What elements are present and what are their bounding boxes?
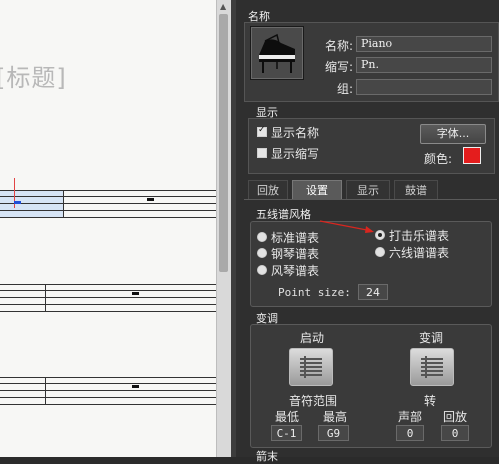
transpose-button[interactable] [410,348,454,386]
font-button[interactable]: 字体... [420,124,486,144]
barline [45,377,46,405]
point-size-label: Point size: [278,286,351,299]
vertical-scrollbar[interactable]: ▲ [216,0,231,457]
tab-drum-map[interactable]: 鼓谱 [394,180,438,200]
tab-playback[interactable]: 回放 [248,180,288,200]
color-swatch[interactable] [463,147,481,164]
radio-piano-staff-label: 钢琴谱表 [271,247,320,261]
lowest-label: 最低 [274,410,299,424]
score-canvas[interactable]: [标题] [0,0,216,457]
note-range-label: 音符范围 [288,394,337,408]
scroll-up-icon[interactable]: ▲ [220,2,226,11]
enable-label: 启动 [299,331,324,345]
radio-standard-staff-label: 标准谱表 [271,231,320,245]
score-title[interactable]: [标题] [0,58,67,93]
radio-organ-staff-label: 风琴谱表 [271,264,320,278]
abbreviation-label: 缩写: [324,60,353,74]
playback-label: 回放 [442,410,467,424]
show-abbreviation-checkbox[interactable] [257,148,267,158]
staff-style-header: 五线谱风格 [256,208,311,221]
tab-underline [244,199,497,200]
rest[interactable] [132,292,139,295]
bottom-section-header: 箭末 [256,450,278,463]
group-label: 组: [336,82,353,96]
lowest-field[interactable]: C-1 [271,425,302,441]
color-label: 颜色: [424,152,453,166]
show-abbreviation-label: 显示缩写 [271,147,320,161]
rest[interactable] [147,198,154,201]
playback-field[interactable]: 0 [441,425,469,441]
tab-settings[interactable]: 设置 [292,180,342,200]
abbreviation-field[interactable]: Pn. [356,57,492,73]
barline [45,284,46,312]
turn-label: 转 [423,394,436,408]
radio-tab-staff[interactable] [375,247,385,257]
show-name-checkbox[interactable] [257,125,267,137]
highest-label: 最高 [322,410,347,424]
part-field[interactable]: 0 [396,425,424,441]
tab-display[interactable]: 显示 [346,180,390,200]
scroll-thumb[interactable] [219,14,228,272]
name-label: 名称: [324,39,353,53]
selected-rest[interactable] [14,201,21,204]
annotation-arrow [319,220,374,233]
enable-button[interactable] [289,348,333,386]
part-label: 声部 [397,410,422,424]
piano-icon [250,26,304,80]
radio-standard-staff[interactable] [257,232,267,242]
point-size-field[interactable]: 24 [358,284,388,300]
radio-organ-staff[interactable] [257,265,267,275]
radio-tab-staff-label: 六线谱谱表 [389,246,450,260]
radio-piano-staff[interactable] [257,248,267,258]
rest[interactable] [132,385,139,388]
barline [63,190,64,218]
name-field[interactable]: Piano [356,36,492,52]
transpose-label: 变调 [418,331,443,345]
highest-field[interactable]: G9 [318,425,349,441]
group-field[interactable] [356,79,492,95]
show-name-label: 显示名称 [271,126,320,140]
